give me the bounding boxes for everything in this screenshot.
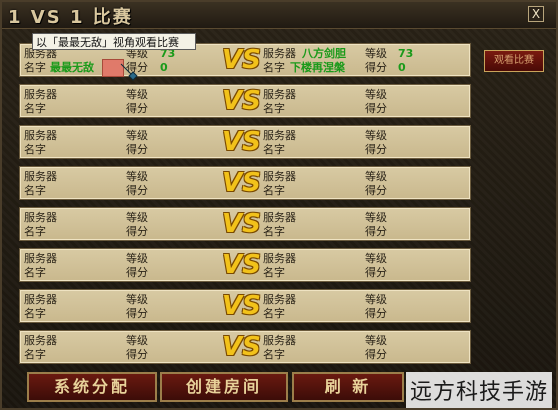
right-score-label: 得分 bbox=[365, 225, 387, 238]
vs-label: VS bbox=[222, 45, 261, 75]
match-row[interactable]: 服务器 名字 等级 得分 VS 服务器 名字 等级 得分 bbox=[19, 289, 471, 323]
right-name-value: 下楼再涅槃 bbox=[290, 61, 345, 74]
right-name-label: 名字 bbox=[263, 307, 285, 320]
left-score-label: 得分 bbox=[126, 102, 148, 115]
left-score-value: 0 bbox=[160, 61, 168, 74]
left-score-label: 得分 bbox=[126, 266, 148, 279]
refresh-button[interactable]: 刷 新 bbox=[292, 372, 404, 402]
left-score-label: 得分 bbox=[126, 225, 148, 238]
left-level-label: 等级 bbox=[126, 88, 148, 101]
right-score-label: 得分 bbox=[365, 143, 387, 156]
right-score-label: 得分 bbox=[365, 348, 387, 361]
left-score-label: 得分 bbox=[126, 184, 148, 197]
right-server-label: 服务器 bbox=[263, 211, 296, 224]
vs-label: VS bbox=[222, 168, 261, 198]
right-server-value: 八方剑胆 bbox=[302, 47, 346, 60]
match-row[interactable]: 服务器 名字 等级 得分 VS 服务器 名字 等级 得分 bbox=[19, 166, 471, 200]
right-server-label: 服务器 bbox=[263, 47, 296, 60]
left-server-label: 服务器 bbox=[24, 129, 57, 142]
right-level-label: 等级 bbox=[365, 211, 387, 224]
left-score-label: 得分 bbox=[126, 143, 148, 156]
left-server-label: 服务器 bbox=[24, 334, 57, 347]
tooltip: 以「最最无敌」视角观看比赛 bbox=[32, 33, 196, 50]
left-score-label: 得分 bbox=[126, 348, 148, 361]
left-server-label: 服务器 bbox=[24, 252, 57, 265]
left-server-label: 服务器 bbox=[24, 170, 57, 183]
left-level-label: 等级 bbox=[126, 129, 148, 142]
match-row[interactable]: 服务器 名字 等级 得分 VS 服务器 名字 等级 得分 bbox=[19, 330, 471, 364]
left-level-label: 等级 bbox=[126, 334, 148, 347]
left-name-label: 名字 bbox=[24, 143, 46, 156]
left-level-label: 等级 bbox=[126, 211, 148, 224]
match-row[interactable]: 服务器 名字 等级 得分 VS 服务器 名字 等级 得分 bbox=[19, 248, 471, 282]
left-server-label: 服务器 bbox=[24, 211, 57, 224]
vs-label: VS bbox=[222, 127, 261, 157]
right-name-label: 名字 bbox=[263, 184, 285, 197]
left-name-label: 名字 bbox=[24, 184, 46, 197]
vs-label: VS bbox=[222, 250, 261, 280]
right-score-label: 得分 bbox=[365, 184, 387, 197]
title-bar: 1 VS 1 比赛 X bbox=[2, 2, 556, 29]
right-score-label: 得分 bbox=[365, 102, 387, 115]
watch-match-button[interactable]: 观看比赛 bbox=[484, 50, 544, 72]
right-level-label: 等级 bbox=[365, 129, 387, 142]
right-name-label: 名字 bbox=[263, 102, 285, 115]
right-level-label: 等级 bbox=[365, 252, 387, 265]
right-level-label: 等级 bbox=[365, 47, 387, 60]
vs-label: VS bbox=[222, 291, 261, 321]
left-name-label: 名字 bbox=[24, 348, 46, 361]
right-level-label: 等级 bbox=[365, 293, 387, 306]
close-button[interactable]: X bbox=[528, 6, 544, 22]
match-row[interactable]: 服务器 名字 等级 得分 VS 服务器 名字 等级 得分 bbox=[19, 125, 471, 159]
left-name-label: 名字 bbox=[24, 225, 46, 238]
create-room-button[interactable]: 创建房间 bbox=[160, 372, 288, 402]
right-score-label: 得分 bbox=[365, 266, 387, 279]
left-level-label: 等级 bbox=[126, 170, 148, 183]
right-level-label: 等级 bbox=[365, 170, 387, 183]
left-server-label: 服务器 bbox=[24, 293, 57, 306]
right-name-label: 名字 bbox=[263, 225, 285, 238]
right-score-label: 得分 bbox=[365, 61, 387, 74]
right-server-label: 服务器 bbox=[263, 293, 296, 306]
left-level-label: 等级 bbox=[126, 293, 148, 306]
window-title: 1 VS 1 比赛 bbox=[8, 7, 133, 28]
right-server-label: 服务器 bbox=[263, 334, 296, 347]
left-name-label: 名字 bbox=[24, 61, 46, 74]
vs-label: VS bbox=[222, 86, 261, 116]
right-name-label: 名字 bbox=[263, 348, 285, 361]
match-window: 1 VS 1 比赛 X 以「最最无敌」视角观看比赛 观看比赛 服务器 名字 最最无敌… bbox=[0, 0, 558, 410]
match-row[interactable]: 服务器 名字 等级 得分 VS 服务器 名字 等级 得分 bbox=[19, 207, 471, 241]
right-server-label: 服务器 bbox=[263, 129, 296, 142]
right-name-label: 名字 bbox=[263, 61, 285, 74]
match-row[interactable]: 服务器 名字 等级 得分 VS 服务器 名字 等级 得分 bbox=[19, 84, 471, 118]
right-server-label: 服务器 bbox=[263, 252, 296, 265]
vs-label: VS bbox=[222, 332, 261, 362]
watermark: 远方科技手游 bbox=[406, 372, 553, 408]
left-name-label: 名字 bbox=[24, 102, 46, 115]
right-server-label: 服务器 bbox=[263, 88, 296, 101]
right-level-value: 73 bbox=[398, 47, 414, 60]
right-name-label: 名字 bbox=[263, 143, 285, 156]
right-server-label: 服务器 bbox=[263, 170, 296, 183]
right-score-label: 得分 bbox=[365, 307, 387, 320]
left-name-label: 名字 bbox=[24, 307, 46, 320]
vs-label: VS bbox=[222, 209, 261, 239]
left-name-value: 最最无敌 bbox=[50, 61, 94, 74]
right-score-value: 0 bbox=[398, 61, 406, 74]
right-level-label: 等级 bbox=[365, 88, 387, 101]
left-score-label: 得分 bbox=[126, 307, 148, 320]
right-level-label: 等级 bbox=[365, 334, 387, 347]
left-name-label: 名字 bbox=[24, 266, 46, 279]
left-server-label: 服务器 bbox=[24, 88, 57, 101]
system-assign-button[interactable]: 系统分配 bbox=[27, 372, 157, 402]
left-level-label: 等级 bbox=[126, 252, 148, 265]
right-name-label: 名字 bbox=[263, 266, 285, 279]
sword-cursor-icon bbox=[120, 63, 138, 81]
